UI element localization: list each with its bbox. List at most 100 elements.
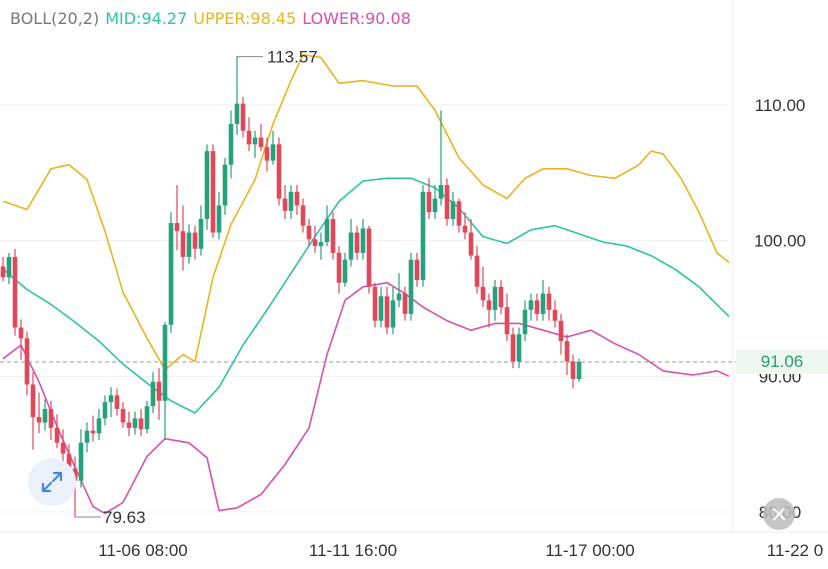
candle	[420, 185, 426, 287]
candle-body	[438, 185, 444, 199]
x-tick-label: 11-17 00:00	[545, 541, 634, 560]
candle-body	[402, 293, 408, 314]
candle-body	[462, 225, 468, 233]
candle-body	[552, 309, 558, 321]
candle-body	[204, 151, 210, 219]
legend-lower: LOWER:90.08	[302, 9, 411, 28]
candle-body	[480, 286, 486, 301]
candle-body	[492, 286, 498, 310]
candle-body	[96, 418, 102, 434]
candle-body	[174, 223, 180, 232]
candle	[444, 178, 450, 226]
candle-body	[354, 232, 360, 253]
x-tick-label: 11-11 16:00	[309, 541, 397, 560]
candle	[252, 130, 258, 158]
candle	[294, 185, 300, 215]
candle-body	[168, 223, 174, 325]
candle	[210, 144, 216, 238]
reset-button[interactable]	[763, 498, 795, 530]
candle	[342, 252, 348, 287]
candle	[408, 252, 414, 321]
candle-body	[408, 259, 414, 314]
candle-body	[210, 151, 216, 233]
candle-body	[0, 266, 6, 278]
candle-body	[78, 442, 84, 481]
candle	[108, 387, 114, 418]
y-tick-label: 110.00	[755, 96, 806, 115]
candle	[54, 414, 60, 449]
boll-chart[interactable]: 110.00100.0090.0080.00 11-06 08:0011-11 …	[0, 0, 828, 564]
legend-mid: MID:94.27	[105, 9, 188, 28]
candle	[216, 191, 222, 240]
candle-body	[522, 309, 528, 335]
candle-body	[456, 201, 462, 226]
candle	[354, 225, 360, 260]
candle-body	[450, 201, 456, 219]
candle	[450, 191, 456, 226]
candle-body	[102, 402, 108, 419]
candle-body	[300, 205, 306, 226]
candle-body	[228, 123, 234, 165]
candle-body	[564, 341, 570, 362]
candle-body	[378, 296, 384, 321]
candle-body	[432, 198, 438, 213]
candle-body	[528, 300, 534, 310]
expand-arrows-icon	[41, 471, 63, 493]
annotations: 113.57 79.63	[0, 48, 736, 527]
candle-body	[138, 418, 144, 430]
candle	[24, 331, 30, 396]
candle-body	[282, 198, 288, 211]
candle	[192, 225, 198, 260]
candle-body	[126, 422, 132, 428]
expand-button[interactable]	[28, 458, 76, 506]
candle-body	[390, 300, 396, 328]
candle-body	[324, 218, 330, 243]
chart-canvas[interactable]: 110.00100.0090.0080.00 11-06 08:0011-11 …	[0, 0, 828, 564]
candle-body	[48, 408, 54, 428]
candle	[300, 198, 306, 233]
candle-body	[510, 334, 516, 362]
candle	[552, 300, 558, 328]
candle	[168, 212, 174, 333]
candle-body	[342, 259, 348, 283]
candle-body	[486, 300, 492, 310]
candle	[78, 429, 84, 488]
candle-body	[468, 232, 474, 256]
candle-body	[252, 137, 258, 145]
candle-body	[534, 300, 540, 314]
legend-indicator-name: BOLL(20,2)	[10, 9, 100, 28]
mid-band-line	[2, 177, 730, 414]
upper-band-line	[2, 54, 730, 371]
candle-body	[558, 320, 564, 342]
candle-body	[312, 239, 318, 247]
candle	[36, 392, 42, 434]
candle	[276, 137, 282, 206]
candle-body	[156, 381, 162, 401]
candle-body	[246, 130, 252, 145]
candle-body	[258, 137, 264, 148]
candle	[318, 232, 324, 260]
candle	[120, 402, 126, 428]
candle	[540, 280, 546, 321]
candle	[522, 300, 528, 342]
candle-body	[54, 427, 60, 443]
x-tick-label: 11-22 0	[767, 541, 823, 560]
candle	[246, 117, 252, 152]
candle-body	[186, 232, 192, 257]
candlestick-series	[0, 56, 582, 518]
candle-body	[222, 164, 228, 206]
candle	[132, 411, 138, 435]
candle-body	[576, 361, 582, 380]
candle	[222, 157, 228, 215]
candle	[282, 185, 288, 219]
current-price-tag: 91.06	[736, 350, 828, 374]
legend-upper: UPPER:98.45	[193, 9, 297, 28]
candle-body	[396, 293, 402, 301]
candle-body	[192, 232, 198, 249]
candle-body	[426, 191, 432, 213]
candle	[186, 224, 192, 264]
candle	[336, 246, 342, 294]
candle-body	[318, 242, 324, 247]
candle	[474, 246, 480, 294]
candle	[240, 96, 246, 138]
